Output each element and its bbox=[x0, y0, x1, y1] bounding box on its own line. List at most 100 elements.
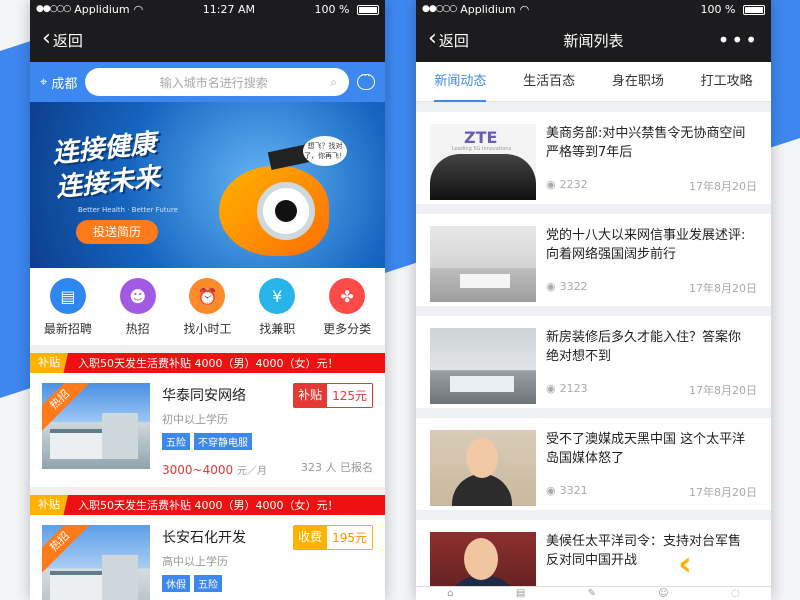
speech-bubble: 想飞？找对了，你再飞！ bbox=[303, 136, 347, 166]
back-button[interactable]: ‹ 返回 bbox=[42, 25, 83, 51]
news-meta: ◉ 3321 17年8月20日 bbox=[546, 484, 757, 500]
salary-range: 3000~4000 bbox=[162, 463, 234, 477]
news-title: 党的十八大以来网信事业发展述评: 向着网络强国阔步前行 bbox=[546, 228, 746, 262]
news-title: 美候任太平洋司令：支持对台军售 反对同中国开战 bbox=[546, 534, 742, 568]
news-meta: ◉ 3322 17年8月20日 bbox=[546, 280, 757, 296]
back-button[interactable]: ‹ 返回 bbox=[428, 25, 469, 51]
view-count: ◉ 3322 bbox=[546, 280, 588, 296]
location-pin-icon: ⌖ bbox=[40, 74, 48, 90]
building-shape bbox=[102, 555, 138, 600]
category-item[interactable]: ☻ 热招 bbox=[119, 278, 156, 337]
job-list: 补贴 入职50天发生活费补贴 4000（男）4000（女）元！ 热招 华泰同安网… bbox=[30, 345, 385, 600]
chevron-left-icon: ‹ bbox=[42, 25, 51, 51]
city-label: 成都 bbox=[51, 76, 78, 92]
submit-resume-button[interactable]: 投送简历 bbox=[76, 220, 158, 244]
signup-count: 323 人 已报名 bbox=[301, 461, 373, 474]
nav-bar: ‹ 返回 新闻列表 ••• bbox=[416, 18, 771, 62]
chevron-left-icon: ‹ bbox=[678, 544, 693, 584]
benefit-chip: 五险 bbox=[162, 433, 190, 450]
building-icon: ▤ bbox=[49, 278, 86, 314]
view-count-value: 3321 bbox=[559, 484, 588, 497]
news-date: 17年8月20日 bbox=[689, 486, 757, 499]
mascot-illustration: 想飞？找对了，你再飞！ bbox=[199, 136, 349, 266]
view-count-value: 2232 bbox=[559, 178, 588, 191]
job-info: 华泰同安网络 初中以上学历 五险 不穿静电服 3000~4000 元／月 补贴 1… bbox=[162, 383, 373, 477]
category-item[interactable]: ✤ 更多分类 bbox=[323, 278, 371, 337]
zte-logo: ZTE bbox=[464, 128, 498, 147]
view-count: ◉ 3321 bbox=[546, 484, 588, 500]
education-requirement: 高中以上学历 bbox=[162, 555, 228, 568]
back-label: 返回 bbox=[438, 31, 469, 50]
crowd-silhouette bbox=[430, 154, 536, 200]
job-card[interactable]: 补贴 入职50天发生活费补贴 4000（男）4000（女）元！ 热招 华泰同安网… bbox=[30, 345, 385, 487]
fee-badge-key: 补贴 bbox=[293, 383, 328, 408]
subsidy-banner: 补贴 入职50天发生活费补贴 4000（男）4000（女）元！ bbox=[30, 495, 385, 515]
category-label: 找小时工 bbox=[183, 322, 232, 336]
news-body: 新房装修后多久才能入住？答案你 绝对想不到 ◉ 2123 17年8月20日 bbox=[546, 328, 757, 398]
banner-slogan: 连接健康 连接未来 bbox=[51, 127, 162, 206]
building-shape bbox=[102, 413, 138, 459]
eye-icon: ◉ bbox=[546, 178, 556, 191]
news-title: 新房装修后多久才能入住？答案你 绝对想不到 bbox=[546, 330, 742, 364]
job-info: 长安石化开发 高中以上学历 休假五险 3000~6300 元／月 收费 195元… bbox=[162, 525, 373, 600]
mascot-eye bbox=[275, 200, 297, 222]
category-label: 热招 bbox=[125, 322, 150, 336]
more-options-icon[interactable]: ••• bbox=[718, 28, 759, 52]
city-selector[interactable]: ⌖ 成都 bbox=[40, 73, 77, 92]
search-input[interactable]: 输入城市名进行搜索 ⌕ bbox=[85, 68, 349, 96]
category-item[interactable]: ▤ 最新招聘 bbox=[44, 278, 92, 337]
wifi-icon: ◠ bbox=[519, 2, 530, 16]
news-tab[interactable]: 身在职场 bbox=[612, 62, 664, 102]
grid-icon: ✤ bbox=[329, 278, 366, 314]
signal-icon: ●●○○○ bbox=[36, 4, 71, 14]
edit-tab-icon[interactable]: ✎ bbox=[588, 587, 596, 600]
chat-tab-icon[interactable]: ◌ bbox=[731, 587, 740, 600]
view-count-value: 2123 bbox=[559, 382, 588, 395]
eye-icon: ◉ bbox=[546, 280, 556, 293]
news-item[interactable]: ZTE Leading 5G Innovations 美商务部:对中兴禁售令无协商… bbox=[416, 112, 771, 204]
battery-icon bbox=[743, 4, 765, 15]
news-body: 党的十八大以来网信事业发展述评: 向着网络强国阔步前行 ◉ 3322 17年8月2… bbox=[546, 226, 757, 296]
people-icon: ☻ bbox=[119, 278, 156, 314]
status-bar: ●●○○○ Applidium ◠ 100 % bbox=[416, 0, 771, 18]
news-item[interactable]: 新房装修后多久才能入住？答案你 绝对想不到 ◉ 2123 17年8月20日 bbox=[416, 316, 771, 408]
battery-icon bbox=[357, 4, 379, 15]
profile-tab-icon[interactable]: ☺ bbox=[658, 587, 668, 600]
carrier-label: Applidium bbox=[74, 2, 130, 16]
divider bbox=[30, 345, 385, 353]
promo-banner[interactable]: 连接健康 连接未来 Better Health · Better Future … bbox=[30, 102, 385, 268]
job-card[interactable]: 补贴 入职50天发生活费补贴 4000（男）4000（女）元！ 热招 长安石化开… bbox=[30, 487, 385, 600]
job-row[interactable]: 热招 长安石化开发 高中以上学历 休假五险 3000~6300 元／月 收费 1… bbox=[30, 515, 385, 600]
person-body bbox=[452, 474, 512, 506]
eye-icon: ◉ bbox=[546, 382, 556, 395]
job-row[interactable]: 热招 华泰同安网络 初中以上学历 五险 不穿静电服 3000~4000 元／月 补… bbox=[30, 373, 385, 487]
education-requirement: 初中以上学历 bbox=[162, 413, 228, 426]
battery-label: 100 % bbox=[700, 2, 736, 16]
status-time: 11:27 AM bbox=[202, 2, 255, 16]
news-meta: ◉ 2232 17年8月20日 bbox=[546, 178, 757, 194]
benefit-chips: 休假 五险 bbox=[162, 575, 373, 592]
news-list-screen: ●●○○○ Applidium ◠ 100 % ‹ 返回 新闻列表 ••• 新闻… bbox=[416, 0, 771, 600]
category-item[interactable]: ¥ 找兼职 bbox=[259, 278, 295, 337]
home-tab-icon[interactable]: ⌂ bbox=[447, 587, 453, 600]
news-tab[interactable]: 新闻动态 bbox=[434, 62, 487, 102]
eye-icon: ◉ bbox=[546, 484, 556, 497]
news-tab[interactable]: 打工攻略 bbox=[701, 62, 753, 102]
hot-ribbon: 热招 bbox=[42, 383, 95, 435]
search-bar: ⌖ 成都 输入城市名进行搜索 ⌕ bbox=[30, 62, 385, 102]
search-icon[interactable]: ⌕ bbox=[330, 75, 337, 90]
category-item[interactable]: ⏰ 找小时工 bbox=[183, 278, 231, 337]
benefit-chip: 五险 bbox=[194, 575, 222, 592]
nav-bar: ‹ 返回 bbox=[30, 18, 385, 62]
news-tabs: 新闻动态 生活百态 身在职场 打工攻略 bbox=[416, 62, 771, 102]
news-item[interactable]: 党的十八大以来网信事业发展述评: 向着网络强国阔步前行 ◉ 3322 17年8月2… bbox=[416, 214, 771, 306]
subsidy-text: 入职50天发生活费补贴 4000（男）4000（女）元！ bbox=[78, 357, 339, 370]
view-count: ◉ 2232 bbox=[546, 178, 588, 194]
chevron-left-icon: ‹ bbox=[428, 25, 437, 51]
message-icon[interactable] bbox=[357, 69, 375, 90]
news-tab-icon[interactable]: ▤ bbox=[516, 587, 525, 600]
category-label: 更多分类 bbox=[323, 322, 372, 336]
category-row: ▤ 最新招聘 ☻ 热招 ⏰ 找小时工 ¥ 找兼职 ✤ 更多分类 bbox=[30, 268, 385, 345]
news-item[interactable]: 受不了澳媒成天黑中国 这个太平洋 岛国媒体怒了 ◉ 3321 17年8月20日 bbox=[416, 418, 771, 510]
news-tab[interactable]: 生活百态 bbox=[523, 62, 575, 102]
